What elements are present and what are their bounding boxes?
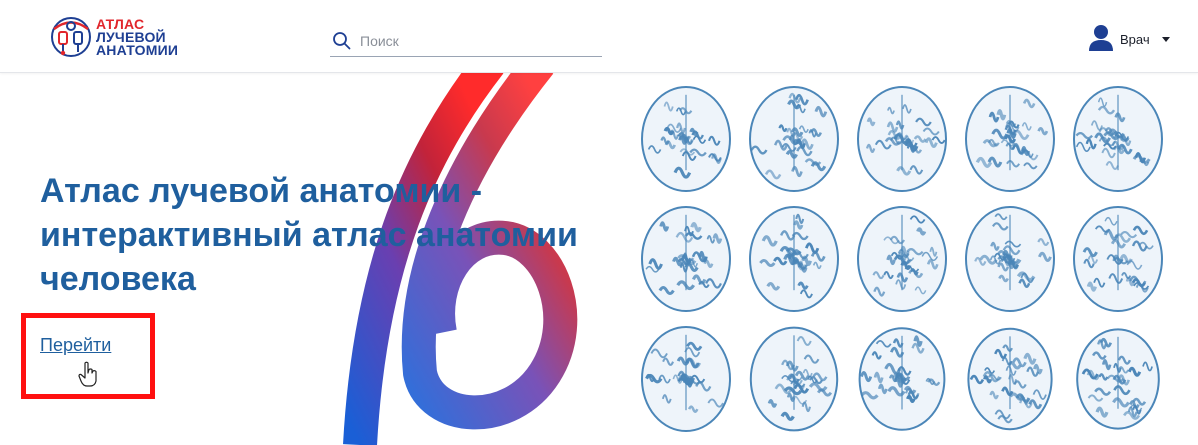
top-header: АТЛАС ЛУЧЕВОЙ АНАТОМИИ Врач [0,0,1198,73]
mri-slice [857,86,947,192]
site-logo[interactable]: АТЛАС ЛУЧЕВОЙ АНАТОМИИ [48,14,208,64]
mri-slice [749,86,839,192]
mri-slice [641,86,731,192]
mri-slice [965,206,1055,312]
user-menu[interactable]: Врач [1088,24,1180,54]
mri-slice [1076,328,1160,430]
mri-slice [749,326,839,432]
mri-slice [1073,86,1163,192]
user-role-label: Врач [1120,32,1150,47]
search-input[interactable] [358,30,600,52]
logo-text: АТЛАС ЛУЧЕВОЙ АНАТОМИИ [96,17,179,58]
mri-slice [641,206,731,312]
logo-line-3: АНАТОМИИ [96,42,179,58]
caret-down-icon[interactable] [1162,37,1170,42]
hero-headline: Атлас лучевой анатомии - интерактивный а… [40,172,578,298]
mri-slice [965,86,1055,192]
search-icon[interactable] [332,31,352,51]
search-bar [330,28,602,57]
mri-slice [1073,206,1163,312]
user-icon [1089,25,1113,51]
hero-section: Атлас лучевой анатомии - интерактивный а… [0,73,1198,445]
mri-slice [967,327,1053,431]
mri-slice [857,206,947,312]
mri-slice [641,326,731,432]
hand-cursor-icon [78,361,97,387]
mri-slice [749,206,839,312]
brain-mri-slices [641,86,1163,432]
mri-slice [858,327,946,431]
anatomy-logo-icon [51,17,91,57]
